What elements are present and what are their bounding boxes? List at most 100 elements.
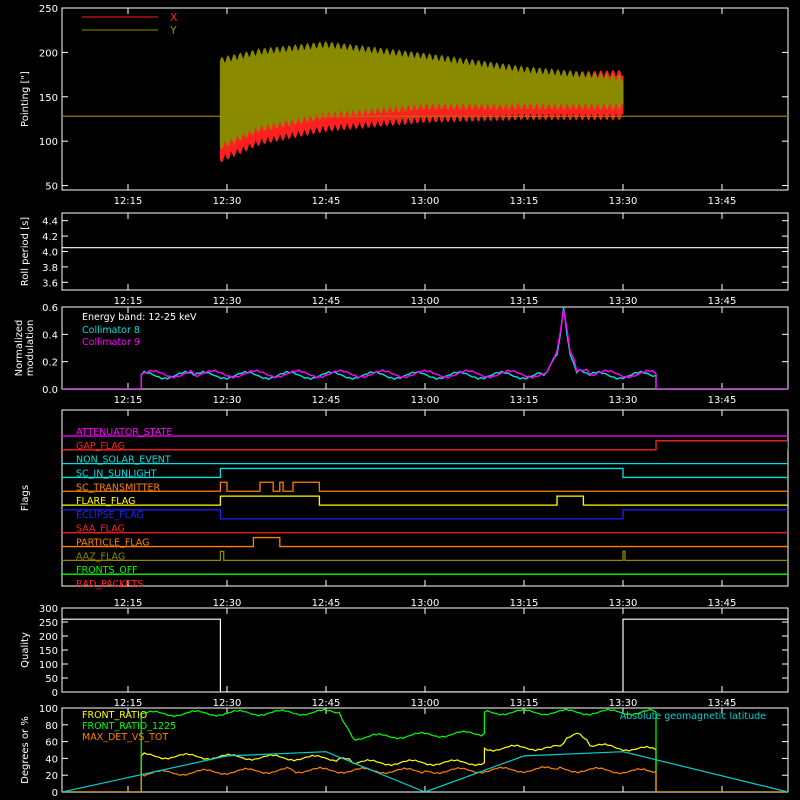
y-axis-label: Normalizedmodulation xyxy=(14,320,36,377)
legend: XY xyxy=(82,11,178,37)
y-tick-label: 50 xyxy=(45,674,58,685)
legend-label-collimator-9: Collimator 9 xyxy=(82,337,140,348)
y-tick-label: 200 xyxy=(39,48,58,59)
y-axis-label-line: modulation xyxy=(25,320,36,377)
x-tick-label: 13:15 xyxy=(510,395,539,406)
legend-label-collimator-8: Collimator 8 xyxy=(82,325,140,336)
panel-0: 12:15 12:30 12:45 13:00 13:15 13:30 13:45 50 100… xyxy=(20,4,789,207)
y-tick-label: 60 xyxy=(45,738,58,749)
geomagnetic-latitude-label: Absolute geomagnetic latitude xyxy=(620,711,766,722)
legend-label-front_ratio: FRONT_RATIO xyxy=(82,710,147,721)
flag-trace-eclipse_flag xyxy=(62,509,788,520)
flag-label-fronts_off: FRONTS_OFF xyxy=(76,565,138,576)
x-tick-label: 13:00 xyxy=(411,598,440,609)
y-axis-label: Quality xyxy=(20,632,31,668)
y-tick-label: 250 xyxy=(39,618,58,629)
flag-trace-sc_transmitter xyxy=(62,481,788,492)
y-tick-label: 0 xyxy=(52,688,58,699)
flag-label-flare_flag: FLARE_FLAG xyxy=(76,496,136,507)
flag-label-sc_in_sunlight: SC_IN_SUNLIGHT xyxy=(76,468,157,479)
panel-5: 0 20 40 60 80 100 Degrees or % FRONT_RATIOFRONT… xyxy=(20,704,789,799)
y-tick-label: 100 xyxy=(39,137,58,148)
legend-label-max_det_vs_tot: MAX_DET_VS_TOT xyxy=(82,732,168,743)
y-tick-label: 0 xyxy=(52,788,58,799)
panel-1: 12:15 12:30 12:45 13:00 13:15 13:30 13:45 3.6 3.… xyxy=(20,212,789,307)
x-tick-label: 13:30 xyxy=(609,196,638,207)
legend-label-front_ratio_1225: FRONT_RATIO_1225 xyxy=(82,721,176,732)
y-tick-label: 0.2 xyxy=(42,358,58,369)
y-tick-label: 3.6 xyxy=(42,278,58,289)
y-tick-label: 0.4 xyxy=(42,330,58,341)
x-tick-label: 12:45 xyxy=(312,296,341,307)
flag-label-eclipse_flag: ECLIPSE_FLAG xyxy=(76,510,144,521)
flag-trace-gap_flag xyxy=(62,440,788,451)
x-tick-label: 12:15 xyxy=(114,598,143,609)
y-axis-label: Pointing ["] xyxy=(20,71,31,127)
x-tick-label: 12:45 xyxy=(312,196,341,207)
y-tick-label: 4.0 xyxy=(42,248,58,259)
x-tick-label: 13:30 xyxy=(609,698,638,709)
x-tick-label: 13:00 xyxy=(411,395,440,406)
x-tick-label: 13:00 xyxy=(411,196,440,207)
x-tick-label: 13:30 xyxy=(609,296,638,307)
x-tick-label: 13:15 xyxy=(510,196,539,207)
x-tick-label: 12:30 xyxy=(213,395,242,406)
x-tick-label: 13:30 xyxy=(609,598,638,609)
flag-trace-particle_flag xyxy=(62,536,788,548)
x-tick-label: 12:45 xyxy=(312,395,341,406)
y-axis-label: Flags xyxy=(20,485,31,511)
flag-label-attenuator_state: ATTENUATOR_STATE xyxy=(76,427,172,438)
flag-label-bad_packets: BAD_PACKETS xyxy=(76,579,143,590)
flag-trace-sc_in_sunlight xyxy=(62,467,788,479)
y-tick-label: 0.0 xyxy=(42,385,58,396)
y-axis-label: Degrees or % xyxy=(20,716,31,784)
flag-trace-aaz_flag xyxy=(62,550,788,562)
x-tick-label: 12:15 xyxy=(114,698,143,709)
hessi-observation-summary: 12:15 12:30 12:45 13:00 13:15 13:30 13:45 50 100… xyxy=(0,0,800,800)
series-line-front-ratio xyxy=(62,732,788,792)
x-tick-label: 13:45 xyxy=(708,196,737,207)
y-tick-label: 100 xyxy=(39,704,58,715)
x-tick-label: 12:15 xyxy=(114,196,143,207)
x-tick-label: 13:15 xyxy=(510,598,539,609)
y-tick-label: 200 xyxy=(39,632,58,643)
y-tick-label: 150 xyxy=(39,646,58,657)
data-layer xyxy=(62,40,788,163)
x-tick-label: 12:30 xyxy=(213,296,242,307)
flag-label-non_solar_event: NON_SOLAR_EVENT xyxy=(76,455,171,466)
x-tick-label: 12:15 xyxy=(114,395,143,406)
y-axis-label: Roll period [s] xyxy=(20,217,31,286)
x-tick-label: 13:15 xyxy=(510,296,539,307)
y-tick-label: 300 xyxy=(39,604,58,615)
x-tick-label: 13:45 xyxy=(708,698,737,709)
plot-frame xyxy=(61,607,789,693)
y-tick-label: 100 xyxy=(39,660,58,671)
series-line-trace xyxy=(62,618,788,692)
energy-band-annotation: Energy band: 12-25 keV xyxy=(82,312,197,323)
flag-trace-flare_flag xyxy=(62,495,788,506)
y-tick-label: 40 xyxy=(45,754,58,765)
panel-3: 12:15 12:30 12:45 13:00 13:15 13:30 13:45 Flags… xyxy=(20,409,789,609)
flag-label-sc_transmitter: SC_TRANSMITTER xyxy=(76,482,161,493)
x-tick-label: 13:30 xyxy=(609,395,638,406)
panel-2: 12:15 12:30 12:45 13:00 13:15 13:30 13:45 0.0 0.… xyxy=(14,303,789,406)
data-layer xyxy=(62,618,788,692)
y-tick-label: 80 xyxy=(45,721,58,732)
x-tick-label: 12:45 xyxy=(312,598,341,609)
y-tick-label: 20 xyxy=(45,771,58,782)
y-tick-label: 0.6 xyxy=(42,303,58,314)
y-tick-label: 4.4 xyxy=(42,217,58,228)
flag-label-aaz_flag: AAZ_FLAG xyxy=(76,551,125,562)
plot-frame xyxy=(61,212,789,291)
flag-label-saa_flag: SAA_FLAG xyxy=(76,524,125,535)
x-tick-label: 12:15 xyxy=(114,296,143,307)
y-tick-label: 50 xyxy=(45,182,58,193)
legend-label-X: X xyxy=(170,11,178,24)
flag-label-particle_flag: PARTICLE_FLAG xyxy=(76,538,149,549)
x-tick-label: 12:30 xyxy=(213,698,242,709)
x-tick-label: 13:15 xyxy=(510,698,539,709)
y-tick-label: 150 xyxy=(39,93,58,104)
stacked-plot-canvas: 12:15 12:30 12:45 13:00 13:15 13:30 13:45 50 100… xyxy=(14,4,789,799)
x-tick-label: 13:00 xyxy=(411,296,440,307)
y-tick-label: 3.8 xyxy=(42,263,58,274)
